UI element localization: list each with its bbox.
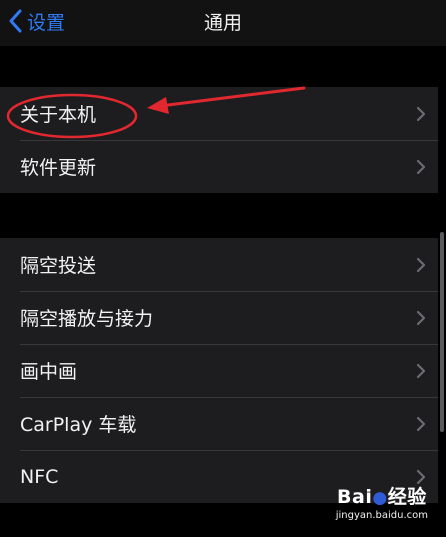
watermark-logo-text-right: 经验: [387, 486, 427, 508]
row-label: NFC: [20, 465, 59, 488]
settings-group-connectivity: 隔空投送 隔空播放与接力 画中画 CarPlay 车载 NFC: [0, 238, 438, 503]
settings-row-airdrop[interactable]: 隔空投送: [0, 238, 438, 291]
settings-row-carplay[interactable]: CarPlay 车载: [0, 397, 438, 450]
chevron-right-icon: [416, 159, 426, 174]
row-label: 关于本机: [20, 104, 97, 126]
chevron-right-icon: [416, 257, 426, 272]
chevron-right-icon: [416, 416, 426, 431]
row-label: CarPlay 车载: [20, 414, 137, 436]
chevron-right-icon: [416, 106, 426, 121]
watermark-logo-text-left: Bai: [337, 486, 373, 508]
settings-group-device: 关于本机 软件更新: [0, 87, 438, 193]
watermark-url: jingyan.baidu.com: [335, 510, 428, 521]
baidu-jingyan-watermark: Bai●经验 jingyan.baidu.com: [336, 482, 428, 521]
chevron-right-icon: [416, 363, 426, 378]
paw-icon: ●: [372, 488, 388, 508]
settings-row-about[interactable]: 关于本机: [0, 87, 438, 140]
page-title: 通用: [203, 12, 242, 34]
settings-row-software-update[interactable]: 软件更新: [0, 140, 438, 193]
scrollbar[interactable]: [440, 232, 444, 432]
watermark-logo: Bai●经验: [336, 482, 428, 509]
settings-row-picture-in-picture[interactable]: 画中画: [0, 344, 438, 397]
row-label: 隔空投送: [20, 255, 97, 277]
chevron-right-icon: [416, 310, 426, 325]
row-label: 软件更新: [20, 157, 97, 179]
settings-general-screen: 设置 通用 关于本机 软件更新 隔空投送 隔空播放与接力 画中画 CarPlay…: [0, 0, 446, 537]
settings-row-airplay-handoff[interactable]: 隔空播放与接力: [0, 291, 438, 344]
navigation-bar: 设置 通用: [0, 0, 446, 46]
row-label: 隔空播放与接力: [20, 308, 154, 330]
row-label: 画中画: [20, 361, 78, 383]
